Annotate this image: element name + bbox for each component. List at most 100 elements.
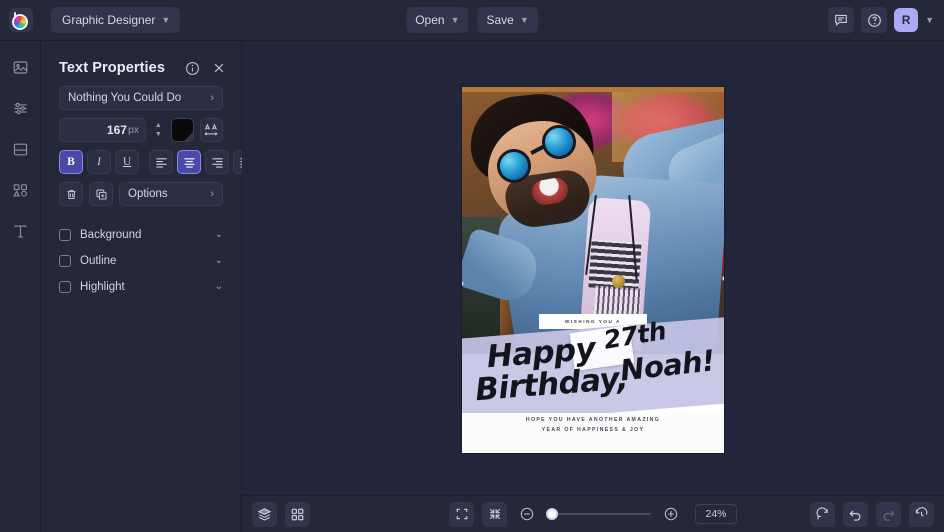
account-chevron-down-icon[interactable]: ▼ (925, 16, 934, 25)
font-size-stepper[interactable]: ▲ ▼ (152, 118, 165, 142)
layout-icon (12, 141, 29, 158)
layers-button[interactable] (252, 502, 277, 527)
reset-button[interactable] (810, 502, 835, 527)
letter-spacing-button[interactable] (200, 118, 223, 142)
highlight-checkbox[interactable] (59, 281, 71, 293)
bottom-toolbar: 24% (242, 495, 944, 532)
history-controls-group (810, 502, 934, 527)
reset-icon (815, 507, 830, 522)
align-left-button[interactable] (149, 150, 173, 174)
sliders-icon (12, 100, 29, 117)
text-icon (12, 223, 29, 240)
avatar-initial: R (902, 13, 911, 27)
options-button[interactable]: Options › (119, 182, 223, 206)
chevron-up-icon: ▲ (155, 123, 162, 129)
font-style-group: B I U (59, 150, 139, 174)
outline-checkbox[interactable] (59, 255, 71, 267)
chevron-down-icon: ▼ (520, 16, 529, 25)
chevron-down-icon: ▼ (451, 16, 460, 25)
chevron-down-icon: ⌄ (215, 256, 223, 266)
chevron-right-icon: › (210, 189, 214, 200)
redo-button[interactable] (876, 502, 901, 527)
outline-label: Outline (80, 255, 206, 267)
chevron-down-icon: ▼ (161, 16, 170, 25)
history-icon (914, 507, 929, 522)
design-canvas[interactable]: WISHING YOU A Happy 27th Birthday, Noah!… (462, 87, 724, 453)
avatar[interactable]: R (894, 8, 918, 32)
file-actions-group: Open ▼ Save ▼ (406, 7, 538, 33)
sidebar-item-templates[interactable] (5, 134, 35, 164)
panel-header: Text Properties (41, 50, 241, 86)
zoom-level-input[interactable]: 24% (695, 504, 737, 524)
subtitle-block[interactable]: HOPE YOU HAVE ANOTHER AMAZING YEAR OF HA… (462, 415, 724, 435)
undo-icon (848, 507, 863, 522)
grid-button[interactable] (285, 502, 310, 527)
save-label: Save (487, 13, 514, 27)
text-color-swatch[interactable] (171, 118, 194, 142)
font-family-value: Nothing You Could Do (68, 92, 210, 104)
bottom-left-group (252, 502, 310, 527)
font-size-input[interactable]: 167 px (59, 118, 146, 142)
collapse-icon (488, 507, 502, 521)
shapes-icon (12, 182, 29, 199)
open-label: Open (415, 13, 444, 27)
sidebar-item-graphics[interactable] (5, 175, 35, 205)
panel-body: Nothing You Could Do › 167 px ▲ ▼ (41, 86, 241, 206)
letter-spacing-icon (203, 123, 219, 137)
zoom-in-button[interactable] (659, 502, 683, 526)
font-size-unit: px (128, 124, 139, 136)
align-right-button[interactable] (205, 150, 229, 174)
layers-icon (257, 507, 272, 522)
project-selector[interactable]: Graphic Designer ▼ (51, 7, 180, 33)
help-button[interactable] (861, 7, 887, 33)
comments-button[interactable] (828, 7, 854, 33)
outline-accordion[interactable]: Outline ⌄ (41, 248, 241, 273)
zoom-slider-handle[interactable] (546, 508, 558, 520)
subtitle-line2: YEAR OF HAPPINESS & JOY (462, 425, 724, 435)
align-left-icon (155, 157, 168, 168)
font-size-value: 167 (107, 123, 127, 137)
zoom-out-button[interactable] (515, 502, 539, 526)
undo-button[interactable] (843, 502, 868, 527)
history-button[interactable] (909, 502, 934, 527)
highlight-accordion[interactable]: Highlight ⌄ (41, 274, 241, 299)
zoom-out-icon (519, 506, 535, 522)
save-button[interactable]: Save ▼ (478, 7, 538, 33)
collapse-view-button[interactable] (482, 502, 507, 527)
open-button[interactable]: Open ▼ (406, 7, 468, 33)
background-accordion[interactable]: Background ⌄ (41, 222, 241, 247)
sidebar-item-text[interactable] (5, 216, 35, 246)
sidebar-item-edit[interactable] (5, 93, 35, 123)
italic-button[interactable]: I (87, 150, 111, 174)
duplicate-icon (95, 188, 108, 201)
zoom-slider[interactable] (547, 513, 651, 515)
fit-to-screen-button[interactable] (449, 502, 474, 527)
befunky-logo-icon (13, 12, 30, 29)
close-icon[interactable] (209, 59, 228, 78)
canvas-area[interactable]: WISHING YOU A Happy 27th Birthday, Noah!… (242, 41, 944, 495)
page-title: Text Properties (59, 60, 176, 76)
effects-accordion-list: Background ⌄ Outline ⌄ Highlight ⌄ (41, 222, 241, 299)
underline-button[interactable]: U (115, 150, 139, 174)
zoom-in-icon (663, 506, 679, 522)
align-right-icon (211, 157, 224, 168)
bold-button[interactable]: B (59, 150, 83, 174)
highlight-label: Highlight (80, 281, 206, 293)
font-family-selector[interactable]: Nothing You Could Do › (59, 86, 223, 110)
grid-icon (290, 507, 305, 522)
selection-handle-right[interactable] (722, 276, 724, 281)
background-label: Background (80, 229, 206, 241)
project-name-label: Graphic Designer (62, 13, 155, 27)
zoom-controls-group: 24% (449, 502, 737, 527)
account-actions-group: R ▼ (828, 7, 934, 33)
duplicate-text-button[interactable] (89, 182, 113, 206)
background-checkbox[interactable] (59, 229, 71, 241)
tool-rail (0, 41, 41, 532)
top-toolbar: Graphic Designer ▼ Open ▼ Save ▼ (0, 0, 944, 41)
zoom-level-value: 24% (705, 508, 726, 520)
align-center-button[interactable] (177, 150, 201, 174)
sidebar-item-image[interactable] (5, 52, 35, 82)
delete-text-button[interactable] (59, 182, 83, 206)
info-circle-icon[interactable] (183, 59, 202, 78)
app-logo[interactable] (9, 8, 33, 32)
